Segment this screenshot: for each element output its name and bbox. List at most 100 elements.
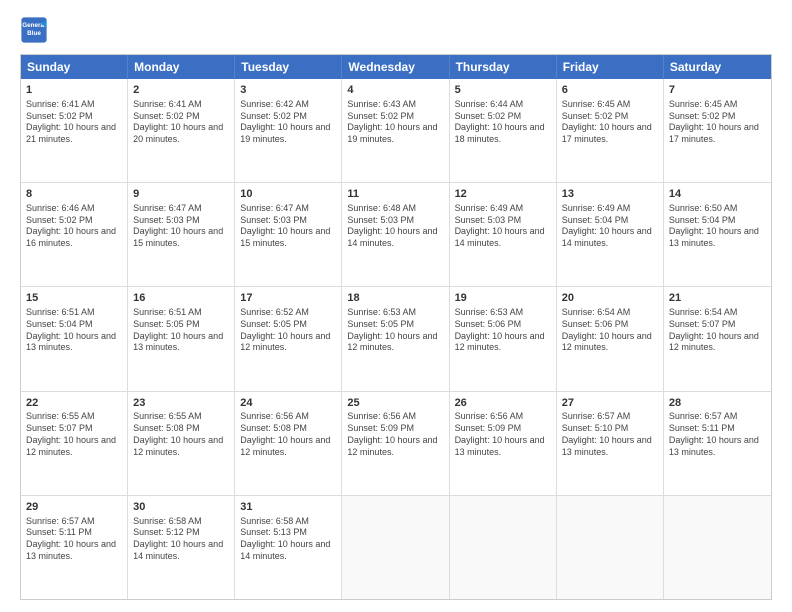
calendar-cell: 24Sunrise: 6:56 AMSunset: 5:08 PMDayligh…: [235, 392, 342, 495]
day-number: 5: [455, 83, 551, 98]
calendar-header: SundayMondayTuesdayWednesdayThursdayFrid…: [21, 55, 771, 79]
day-number: 1: [26, 83, 122, 98]
day-number: 27: [562, 396, 658, 411]
day-number: 18: [347, 291, 443, 306]
day-number: 24: [240, 396, 336, 411]
cell-info: Sunrise: 6:57 AMSunset: 5:11 PMDaylight:…: [669, 411, 766, 458]
cell-info: Sunrise: 6:51 AMSunset: 5:04 PMDaylight:…: [26, 307, 122, 354]
calendar-week-row: 15Sunrise: 6:51 AMSunset: 5:04 PMDayligh…: [21, 287, 771, 391]
day-number: 30: [133, 500, 229, 515]
day-number: 21: [669, 291, 766, 306]
calendar-cell: 4Sunrise: 6:43 AMSunset: 5:02 PMDaylight…: [342, 79, 449, 182]
day-number: 14: [669, 187, 766, 202]
calendar-cell: [450, 496, 557, 599]
day-number: 17: [240, 291, 336, 306]
calendar-cell: 19Sunrise: 6:53 AMSunset: 5:06 PMDayligh…: [450, 287, 557, 390]
cell-info: Sunrise: 6:57 AMSunset: 5:11 PMDaylight:…: [26, 516, 122, 563]
day-number: 13: [562, 187, 658, 202]
day-number: 22: [26, 396, 122, 411]
calendar-cell: 25Sunrise: 6:56 AMSunset: 5:09 PMDayligh…: [342, 392, 449, 495]
cell-info: Sunrise: 6:48 AMSunset: 5:03 PMDaylight:…: [347, 203, 443, 250]
calendar-cell: [557, 496, 664, 599]
cell-info: Sunrise: 6:45 AMSunset: 5:02 PMDaylight:…: [669, 99, 766, 146]
day-number: 4: [347, 83, 443, 98]
cell-info: Sunrise: 6:47 AMSunset: 5:03 PMDaylight:…: [133, 203, 229, 250]
cell-info: Sunrise: 6:57 AMSunset: 5:10 PMDaylight:…: [562, 411, 658, 458]
cell-info: Sunrise: 6:45 AMSunset: 5:02 PMDaylight:…: [562, 99, 658, 146]
cell-info: Sunrise: 6:53 AMSunset: 5:05 PMDaylight:…: [347, 307, 443, 354]
cell-info: Sunrise: 6:44 AMSunset: 5:02 PMDaylight:…: [455, 99, 551, 146]
calendar-cell: 13Sunrise: 6:49 AMSunset: 5:04 PMDayligh…: [557, 183, 664, 286]
day-number: 6: [562, 83, 658, 98]
cell-info: Sunrise: 6:41 AMSunset: 5:02 PMDaylight:…: [133, 99, 229, 146]
cell-info: Sunrise: 6:55 AMSunset: 5:07 PMDaylight:…: [26, 411, 122, 458]
day-number: 8: [26, 187, 122, 202]
calendar-cell: 27Sunrise: 6:57 AMSunset: 5:10 PMDayligh…: [557, 392, 664, 495]
cell-info: Sunrise: 6:56 AMSunset: 5:09 PMDaylight:…: [347, 411, 443, 458]
day-number: 9: [133, 187, 229, 202]
calendar-cell: 20Sunrise: 6:54 AMSunset: 5:06 PMDayligh…: [557, 287, 664, 390]
calendar-cell: 6Sunrise: 6:45 AMSunset: 5:02 PMDaylight…: [557, 79, 664, 182]
cell-info: Sunrise: 6:46 AMSunset: 5:02 PMDaylight:…: [26, 203, 122, 250]
calendar-day-header: Monday: [128, 55, 235, 79]
calendar-cell: 9Sunrise: 6:47 AMSunset: 5:03 PMDaylight…: [128, 183, 235, 286]
calendar-cell: 10Sunrise: 6:47 AMSunset: 5:03 PMDayligh…: [235, 183, 342, 286]
cell-info: Sunrise: 6:41 AMSunset: 5:02 PMDaylight:…: [26, 99, 122, 146]
day-number: 11: [347, 187, 443, 202]
cell-info: Sunrise: 6:42 AMSunset: 5:02 PMDaylight:…: [240, 99, 336, 146]
day-number: 19: [455, 291, 551, 306]
calendar-cell: 28Sunrise: 6:57 AMSunset: 5:11 PMDayligh…: [664, 392, 771, 495]
calendar-cell: 17Sunrise: 6:52 AMSunset: 5:05 PMDayligh…: [235, 287, 342, 390]
day-number: 10: [240, 187, 336, 202]
calendar-cell: 1Sunrise: 6:41 AMSunset: 5:02 PMDaylight…: [21, 79, 128, 182]
calendar-day-header: Tuesday: [235, 55, 342, 79]
calendar-day-header: Thursday: [450, 55, 557, 79]
calendar-day-header: Saturday: [664, 55, 771, 79]
calendar-cell: 14Sunrise: 6:50 AMSunset: 5:04 PMDayligh…: [664, 183, 771, 286]
logo: General Blue: [20, 16, 52, 44]
calendar-week-row: 1Sunrise: 6:41 AMSunset: 5:02 PMDaylight…: [21, 79, 771, 183]
calendar-week-row: 22Sunrise: 6:55 AMSunset: 5:07 PMDayligh…: [21, 392, 771, 496]
calendar-week-row: 29Sunrise: 6:57 AMSunset: 5:11 PMDayligh…: [21, 496, 771, 599]
cell-info: Sunrise: 6:49 AMSunset: 5:03 PMDaylight:…: [455, 203, 551, 250]
cell-info: Sunrise: 6:56 AMSunset: 5:09 PMDaylight:…: [455, 411, 551, 458]
day-number: 28: [669, 396, 766, 411]
cell-info: Sunrise: 6:43 AMSunset: 5:02 PMDaylight:…: [347, 99, 443, 146]
logo-icon: General Blue: [20, 16, 48, 44]
cell-info: Sunrise: 6:56 AMSunset: 5:08 PMDaylight:…: [240, 411, 336, 458]
calendar-body: 1Sunrise: 6:41 AMSunset: 5:02 PMDaylight…: [21, 79, 771, 599]
cell-info: Sunrise: 6:52 AMSunset: 5:05 PMDaylight:…: [240, 307, 336, 354]
cell-info: Sunrise: 6:55 AMSunset: 5:08 PMDaylight:…: [133, 411, 229, 458]
calendar-cell: 5Sunrise: 6:44 AMSunset: 5:02 PMDaylight…: [450, 79, 557, 182]
calendar: SundayMondayTuesdayWednesdayThursdayFrid…: [20, 54, 772, 600]
day-number: 15: [26, 291, 122, 306]
cell-info: Sunrise: 6:58 AMSunset: 5:12 PMDaylight:…: [133, 516, 229, 563]
calendar-cell: 23Sunrise: 6:55 AMSunset: 5:08 PMDayligh…: [128, 392, 235, 495]
calendar-cell: 16Sunrise: 6:51 AMSunset: 5:05 PMDayligh…: [128, 287, 235, 390]
day-number: 20: [562, 291, 658, 306]
cell-info: Sunrise: 6:49 AMSunset: 5:04 PMDaylight:…: [562, 203, 658, 250]
day-number: 25: [347, 396, 443, 411]
calendar-day-header: Sunday: [21, 55, 128, 79]
cell-info: Sunrise: 6:58 AMSunset: 5:13 PMDaylight:…: [240, 516, 336, 563]
calendar-cell: 26Sunrise: 6:56 AMSunset: 5:09 PMDayligh…: [450, 392, 557, 495]
svg-text:Blue: Blue: [27, 30, 41, 37]
day-number: 23: [133, 396, 229, 411]
calendar-cell: 7Sunrise: 6:45 AMSunset: 5:02 PMDaylight…: [664, 79, 771, 182]
calendar-cell: 22Sunrise: 6:55 AMSunset: 5:07 PMDayligh…: [21, 392, 128, 495]
day-number: 7: [669, 83, 766, 98]
calendar-cell: 11Sunrise: 6:48 AMSunset: 5:03 PMDayligh…: [342, 183, 449, 286]
calendar-cell: 8Sunrise: 6:46 AMSunset: 5:02 PMDaylight…: [21, 183, 128, 286]
calendar-cell: 2Sunrise: 6:41 AMSunset: 5:02 PMDaylight…: [128, 79, 235, 182]
calendar-cell: 15Sunrise: 6:51 AMSunset: 5:04 PMDayligh…: [21, 287, 128, 390]
calendar-cell: 29Sunrise: 6:57 AMSunset: 5:11 PMDayligh…: [21, 496, 128, 599]
day-number: 3: [240, 83, 336, 98]
cell-info: Sunrise: 6:47 AMSunset: 5:03 PMDaylight:…: [240, 203, 336, 250]
day-number: 26: [455, 396, 551, 411]
cell-info: Sunrise: 6:51 AMSunset: 5:05 PMDaylight:…: [133, 307, 229, 354]
day-number: 12: [455, 187, 551, 202]
page: General Blue SundayMondayTuesdayWednesda…: [0, 0, 792, 612]
day-number: 31: [240, 500, 336, 515]
cell-info: Sunrise: 6:50 AMSunset: 5:04 PMDaylight:…: [669, 203, 766, 250]
calendar-cell: 18Sunrise: 6:53 AMSunset: 5:05 PMDayligh…: [342, 287, 449, 390]
